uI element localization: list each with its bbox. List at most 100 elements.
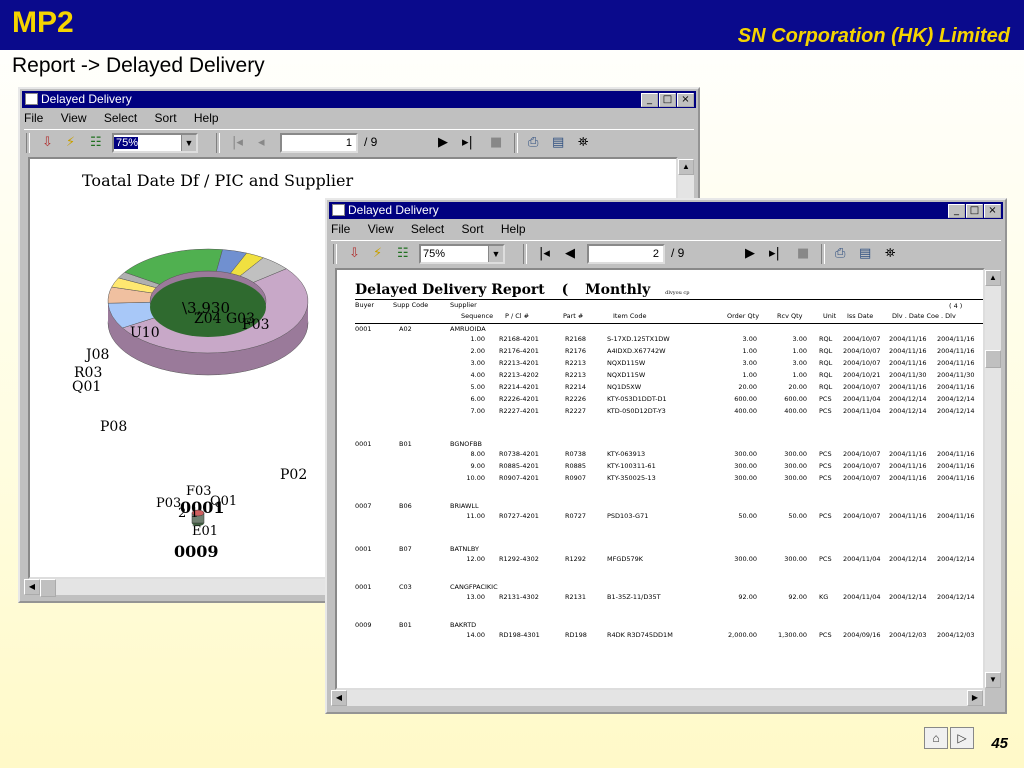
stop-icon[interactable]: ■ xyxy=(797,246,809,262)
menu-sort[interactable]: Sort xyxy=(155,111,177,125)
horizontal-scrollbar[interactable]: ◀ ▶ xyxy=(331,690,985,706)
horizontal-scroll-thumb[interactable] xyxy=(40,579,56,597)
page-setup-icon[interactable]: ▤ xyxy=(859,246,871,262)
minimize-button[interactable]: _ xyxy=(641,93,658,107)
report-header2-8: Dlv . Date Coe . Dlv xyxy=(892,312,956,320)
page-number-input[interactable]: 2 xyxy=(587,244,665,264)
window-titlebar[interactable]: Delayed Delivery _ □ × xyxy=(22,91,696,108)
report-cell-item: R4DK R3D745DD1M xyxy=(607,631,673,639)
minimize-button[interactable]: _ xyxy=(948,204,965,218)
report-cell-seq: 10.00 xyxy=(466,474,485,482)
menu-help[interactable]: Help xyxy=(194,111,219,125)
menu-select[interactable]: Select xyxy=(104,111,137,125)
chevron-down-icon[interactable]: ▼ xyxy=(488,246,503,262)
menu-file[interactable]: File xyxy=(331,222,350,236)
report-cell-order-qty: 1.00 xyxy=(742,347,757,355)
scroll-right-arrow[interactable]: ▶ xyxy=(967,690,983,706)
report-supp-code: B07 xyxy=(399,545,412,553)
report-cell-rcv-qty: 50.00 xyxy=(788,512,807,520)
report-cell-dlv-date: 2004/11/16 xyxy=(889,359,927,367)
scroll-left-arrow[interactable]: ◀ xyxy=(331,690,347,706)
export-icon[interactable]: ⇩ xyxy=(42,135,53,151)
vertical-scroll-thumb[interactable] xyxy=(985,350,1001,368)
window-title: Delayed Delivery xyxy=(348,203,439,217)
page-setup-icon[interactable]: ▤ xyxy=(552,135,564,151)
first-page-icon[interactable]: |◂ xyxy=(232,135,243,151)
search-binoculars-icon[interactable]: ⛯ xyxy=(578,135,588,151)
report-cell-unit: RQL xyxy=(819,359,833,367)
page-number-input[interactable]: 1 xyxy=(280,133,358,153)
report-cell-seq: 12.00 xyxy=(466,555,485,563)
report-cell-part: R2176 xyxy=(565,347,587,355)
delayed-delivery-report: Delayed Delivery Report ( Monthly dlvyou… xyxy=(337,270,983,688)
report-header-2: Supplier xyxy=(450,301,477,309)
report-cell-unit: PCS xyxy=(819,512,832,520)
report-buyer: 0001 xyxy=(355,325,372,333)
report-cell-part: R2213 xyxy=(565,359,587,367)
report-cell-rcv-qty: 3.00 xyxy=(792,335,807,343)
previous-page-icon[interactable]: ◀ xyxy=(565,246,575,262)
report-header2-7: Iss Date xyxy=(847,312,874,320)
maximize-button[interactable]: □ xyxy=(966,204,983,218)
previous-page-icon[interactable]: ◂ xyxy=(258,135,265,151)
menu-sort[interactable]: Sort xyxy=(462,222,484,236)
report-cell-seq: 8.00 xyxy=(470,450,485,458)
first-page-icon[interactable]: |◂ xyxy=(539,246,550,262)
toolbar-separator xyxy=(514,133,518,153)
scroll-up-arrow[interactable]: ▲ xyxy=(985,270,1001,286)
tree-icon[interactable]: ☷ xyxy=(397,246,409,262)
print-icon[interactable]: ⎙ xyxy=(528,135,538,151)
scroll-up-arrow[interactable]: ▲ xyxy=(678,159,694,175)
report-header2-5: Rcv Qty xyxy=(777,312,803,320)
report-header-0: Buyer xyxy=(355,301,375,309)
app-icon xyxy=(332,203,345,216)
vertical-scrollbar[interactable]: ▲ ▼ xyxy=(985,270,1001,688)
close-button[interactable]: × xyxy=(677,93,694,107)
zoom-select[interactable]: 75% ▼ xyxy=(419,244,505,264)
report-cell-seq: 14.00 xyxy=(466,631,485,639)
next-page-icon[interactable]: ▶ xyxy=(438,135,448,151)
report-cell-iss-date: 2004/10/07 xyxy=(843,383,881,391)
report-cell-dlv-date: 2004/11/16 xyxy=(889,335,927,343)
next-slide-icon[interactable]: ▷ xyxy=(950,727,974,749)
report-cell-dlv-date: 2004/12/14 xyxy=(889,593,927,601)
last-page-icon[interactable]: ▸| xyxy=(462,135,473,151)
window-titlebar[interactable]: Delayed Delivery _ □ × xyxy=(329,202,1003,219)
small-pie-center-label: 2 1 xyxy=(178,506,199,521)
maximize-button[interactable]: □ xyxy=(659,93,676,107)
tree-icon[interactable]: ☷ xyxy=(90,135,102,151)
report-subtitle-tiny: dlvyou cp xyxy=(665,290,690,296)
menu-file[interactable]: File xyxy=(24,111,43,125)
close-button[interactable]: × xyxy=(984,204,1001,218)
search-binoculars-icon[interactable]: ⛯ xyxy=(885,246,895,262)
report-cell-unit: PCS xyxy=(819,474,832,482)
menu-select[interactable]: Select xyxy=(411,222,444,236)
slide-page-number: 45 xyxy=(991,735,1008,752)
report-cell-pcl: R2168-4201 xyxy=(499,335,539,343)
scroll-down-arrow[interactable]: ▼ xyxy=(985,672,1001,688)
report-cell-order-qty: 300.00 xyxy=(734,474,757,482)
lightning-icon[interactable]: ⚡ xyxy=(66,135,75,151)
export-icon[interactable]: ⇩ xyxy=(349,246,360,262)
report-cell-seq: 9.00 xyxy=(470,462,485,470)
chevron-down-icon[interactable]: ▼ xyxy=(181,135,196,151)
menu-view[interactable]: View xyxy=(61,111,87,125)
report-cell-coe-date: 2004/11/16 xyxy=(937,347,975,355)
zoom-select[interactable]: 75% ▼ xyxy=(112,133,198,153)
report-cell-pcl: RD198-4301 xyxy=(499,631,540,639)
menu-view[interactable]: View xyxy=(368,222,394,236)
scroll-left-arrow[interactable]: ◀ xyxy=(24,579,40,595)
last-page-icon[interactable]: ▸| xyxy=(769,246,780,262)
next-page-icon[interactable]: ▶ xyxy=(745,246,755,262)
stop-icon[interactable]: ■ xyxy=(490,135,502,151)
home-nav-icon[interactable]: ⌂ xyxy=(924,727,948,749)
print-icon[interactable]: ⎙ xyxy=(835,246,845,262)
report-cell-order-qty: 400.00 xyxy=(734,407,757,415)
report-supp-code: A02 xyxy=(399,325,412,333)
report-header2-3: Item Code xyxy=(613,312,647,320)
report-supplier: CANGFPACIKIC xyxy=(450,583,498,591)
report-cell-item: S-17XD.125TX1DW xyxy=(607,335,670,343)
menu-help[interactable]: Help xyxy=(501,222,526,236)
lightning-icon[interactable]: ⚡ xyxy=(373,246,382,262)
toolbar-separator xyxy=(216,133,220,153)
